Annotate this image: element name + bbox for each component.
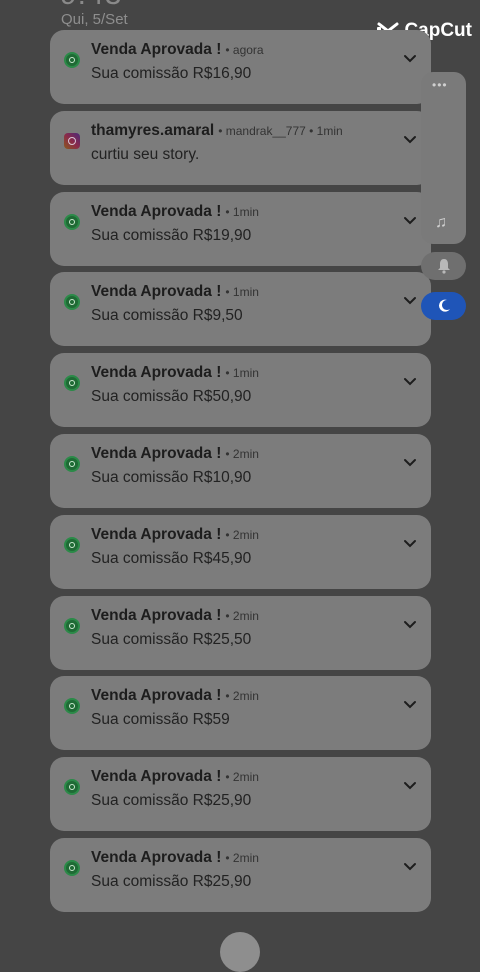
notification-body: Sua comissão R$25,90 [91,873,252,890]
whatsapp-icon [64,698,80,715]
music-note-icon[interactable]: ♫ [435,214,447,232]
notification-body: Sua comissão R$25,90 [91,792,252,810]
notification-card[interactable]: Venda Aprovada ! • 2min Sua comissão R$10,… [50,434,431,508]
notification-body: Sua comissão R$16,90 [91,65,252,82]
notification-title-text: Venda Aprovada ! [91,41,222,58]
notification-card[interactable]: Venda Aprovada ! • 2min Sua comissão R$25,… [50,757,431,832]
chevron-down-icon[interactable] [403,135,417,145]
notification-title: Venda Aprovada ! • 1min [91,364,259,382]
notification-body: Sua comissão R$25,50 [91,630,252,648]
volume-panel[interactable]: ••• ♫ [421,72,466,244]
notification-body: Sua comissão R$19,90 [91,226,252,244]
notification-body: Sua comissão R$9,50 [91,307,243,325]
more-dots-icon[interactable]: ••• [432,78,448,92]
notification-title-text: Venda Aprovada ! [91,283,222,301]
do-not-disturb-button[interactable] [421,292,466,320]
notification-card[interactable]: Venda Aprovada ! • 1min Sua comissão R$9,5… [50,272,431,347]
chevron-down-icon[interactable] [403,700,417,710]
chevron-down-icon[interactable] [403,862,417,872]
whatsapp-icon [64,617,80,634]
whatsapp-icon [64,536,80,553]
notification-title: Venda Aprovada ! • agora [91,41,264,59]
whatsapp-icon [64,779,80,796]
notification-title: Venda Aprovada ! • 2min [91,768,259,786]
notification-title: Venda Aprovada ! • 2min [91,445,259,463]
notification-card[interactable]: Venda Aprovada ! • 1min Sua comissão R$19,… [50,191,431,266]
notification-meta: • 2min [225,689,259,704]
notification-body: Sua comissão R$59 [91,711,230,729]
notification-card[interactable]: Venda Aprovada ! • agora Sua comissão R$16… [50,30,431,104]
notification-title: Venda Aprovada ! • 1min [91,203,259,221]
notification-card[interactable]: Venda Aprovada ! • 2min Sua comissão R$45,… [50,514,431,589]
notification-meta: • mandrak__777 • 1min [218,123,343,138]
notification-card[interactable]: thamyres.amaral • mandrak__777 • 1min curt… [50,110,431,185]
notification-card[interactable]: Venda Aprovada ! • 2min Sua comissão R$25,… [50,838,431,912]
moon-icon [438,299,450,312]
home-indicator[interactable] [220,932,260,972]
notification-meta: • 2min [225,608,259,623]
notification-title: Venda Aprovada ! • 2min [91,526,259,544]
chevron-down-icon[interactable] [403,54,417,64]
notification-meta: • 1min [225,285,259,300]
notification-body: Sua comissão R$45,90 [91,549,252,567]
whatsapp-icon [64,52,80,68]
notification-title-text: Venda Aprovada ! [91,202,222,220]
notification-meta: • 2min [225,447,259,461]
notification-title-text: Venda Aprovada ! [91,606,222,624]
notification-body: Sua comissão R$10,90 [91,469,252,486]
chevron-down-icon[interactable] [403,296,417,306]
whatsapp-icon [64,860,80,876]
instagram-icon [64,132,80,149]
chevron-down-icon[interactable] [403,539,417,549]
notification-title: Venda Aprovada ! • 2min [91,687,259,705]
chevron-down-icon[interactable] [403,781,417,791]
whatsapp-icon [64,456,80,472]
notification-title: Venda Aprovada ! • 2min [91,849,259,867]
notification-title-text: Venda Aprovada ! [91,445,222,462]
notification-card[interactable]: Venda Aprovada ! • 1min Sua comissão R$50,… [50,353,431,428]
notification-title-text: thamyres.amaral [91,121,215,139]
notification-title: Venda Aprovada ! • 1min [91,283,259,301]
notification-title-text: Venda Aprovada ! [91,364,222,382]
notification-body: curtiu seu story. [91,145,200,163]
chevron-down-icon[interactable] [403,216,417,226]
chevron-down-icon[interactable] [403,377,417,387]
notification-meta: • 1min [225,204,259,219]
notification-title: Venda Aprovada ! • 2min [91,607,259,625]
notification-meta: • 2min [225,527,259,542]
whatsapp-icon [64,213,80,230]
notification-title-text: Venda Aprovada ! [91,849,222,866]
notification-title-text: Venda Aprovada ! [91,768,222,786]
bell-icon [437,259,450,274]
notification-body: Sua comissão R$50,90 [91,388,252,406]
notification-title-text: Venda Aprovada ! [91,525,222,543]
notification-meta: • 2min [225,851,259,865]
notification-card[interactable]: Venda Aprovada ! • 2min Sua comissão R$59 [50,676,431,751]
notification-meta: • agora [225,43,264,57]
notification-title-text: Venda Aprovada ! [91,687,222,705]
notification-title: thamyres.amaral • mandrak__777 • 1min [91,122,343,140]
notification-meta: • 2min [225,770,259,785]
status-date: Qui, 5/Set [61,11,128,28]
chevron-down-icon[interactable] [403,458,417,468]
whatsapp-icon [64,375,80,392]
notification-card[interactable]: Venda Aprovada ! • 2min Sua comissão R$25,… [50,595,431,670]
bell-button[interactable] [421,252,466,280]
chevron-down-icon[interactable] [403,620,417,630]
notification-meta: • 1min [225,366,259,381]
whatsapp-icon [64,294,80,311]
